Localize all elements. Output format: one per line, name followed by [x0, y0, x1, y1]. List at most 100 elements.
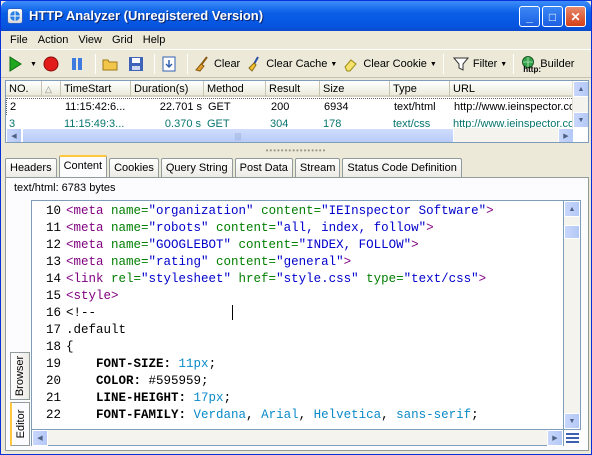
code-token: rel= — [111, 272, 142, 286]
scroll-down-icon[interactable]: ▼ — [573, 112, 588, 128]
code-token: #595959; — [148, 374, 209, 388]
play-icon — [9, 56, 22, 72]
start-button[interactable]: ▼ — [4, 52, 40, 76]
editor-horizontal-scrollbar[interactable]: ◀ ▶ — [31, 430, 564, 446]
line-number: 14 — [45, 272, 61, 286]
code-token: "text/css" — [403, 272, 479, 286]
code-line[interactable]: 21 LINE-HEIGHT: 17px; — [32, 390, 563, 407]
code-line[interactable]: 22 FONT-FAMILY: Verdana, Arial, Helvetic… — [32, 407, 563, 424]
clear-cache-button[interactable]: Clear Cache ▼ — [243, 52, 340, 76]
tab-status-code-definition[interactable]: Status Code Definition — [342, 158, 462, 177]
code-token: content= — [208, 221, 277, 235]
maximize-icon: □ — [548, 9, 557, 24]
scroll-up-icon[interactable]: ▲ — [564, 201, 580, 217]
content-info: text/html: 6783 bytes — [5, 178, 589, 200]
code-line[interactable]: 13 <meta name="rating" content="general"> — [32, 254, 563, 271]
tab-editor[interactable]: Editor — [10, 402, 30, 446]
code-line[interactable]: 18 { — [32, 339, 563, 356]
column-header-no[interactable]: NO. — [6, 81, 42, 97]
code-line[interactable]: 10 <meta name="organization" content="IEI… — [32, 203, 563, 220]
pause-button[interactable] — [66, 52, 92, 76]
editor-vertical-scrollbar[interactable]: ▲ ▼ — [564, 200, 581, 430]
chevron-down-icon: ▼ — [500, 60, 508, 68]
pane-splitter[interactable]: •••••••••••••••• — [1, 146, 591, 155]
clear-cookie-button[interactable]: Clear Cookie ▼ — [340, 52, 440, 76]
code-token: > — [426, 221, 434, 235]
column-header-size[interactable]: Size — [320, 81, 390, 97]
code-editor[interactable]: 10 <meta name="organization" content="IEI… — [31, 200, 564, 430]
filter-label: Filter — [472, 58, 498, 70]
code-line[interactable]: 11 <meta name="robots" content="all, inde… — [32, 220, 563, 237]
open-button[interactable] — [99, 52, 125, 76]
builder-button[interactable]: http: Builder — [517, 52, 577, 76]
tab-content[interactable]: Content — [58, 155, 108, 177]
code-token: <style> — [66, 289, 119, 303]
clear-button[interactable]: Clear — [191, 52, 243, 76]
scroll-thumb[interactable]: ||| — [22, 128, 454, 142]
code-line[interactable]: 16 <!-- — [32, 305, 563, 322]
line-number: 17 — [45, 323, 61, 337]
filter-button[interactable]: Filter ▼ — [450, 52, 510, 76]
code-token: > — [486, 204, 494, 218]
toolbar: ▼ Clear Clear Cache ▼ Clear Cookie ▼ Fil… — [1, 51, 591, 78]
menu-action[interactable]: Action — [33, 34, 74, 46]
column-header-type[interactable]: Type — [390, 81, 450, 97]
code-token: LINE-HEIGHT: — [66, 391, 194, 405]
grid-vertical-scrollbar[interactable]: ▲ ▼ — [572, 81, 588, 128]
code-token: > — [343, 255, 352, 269]
column-header-url[interactable]: URL — [450, 81, 574, 97]
code-line[interactable]: 17 .default — [32, 322, 563, 339]
close-button[interactable]: ✕ — [565, 6, 586, 27]
request-grid[interactable]: NO. △ TimeStart Duration(s) Method Resul… — [5, 80, 589, 143]
menu-view[interactable]: View — [73, 34, 107, 46]
chevron-down-icon: ▼ — [429, 60, 437, 68]
code-token: <link — [66, 272, 112, 286]
menu-file[interactable]: File — [5, 34, 33, 46]
scroll-right-icon[interactable]: ▶ — [547, 430, 563, 446]
scroll-up-icon[interactable]: ▲ — [573, 81, 588, 97]
export-button[interactable] — [158, 52, 184, 76]
grid-horizontal-scrollbar[interactable]: ◀ ||| ▶ — [6, 128, 574, 142]
menu-grid[interactable]: Grid — [107, 34, 138, 46]
tab-cookies[interactable]: Cookies — [109, 158, 159, 177]
scroll-left-icon[interactable]: ◀ — [32, 430, 48, 446]
cell-timestart: 11:15:42:6... — [62, 99, 132, 116]
save-button[interactable] — [125, 52, 151, 76]
sort-icon[interactable]: △ — [42, 81, 61, 97]
window-title: HTTP Analyzer (Unregistered Version) — [29, 8, 264, 23]
code-token: <meta — [66, 255, 112, 269]
column-header-method[interactable]: Method — [204, 81, 266, 97]
tab-query-string[interactable]: Query String — [160, 158, 233, 177]
line-number: 11 — [45, 221, 61, 235]
menu-help[interactable]: Help — [138, 34, 171, 46]
minimize-button[interactable]: _ — [519, 6, 540, 27]
chevron-down-icon[interactable]: ▼ — [30, 61, 37, 68]
title-bar[interactable]: HTTP Analyzer (Unregistered Version) _ □… — [1, 1, 591, 31]
scroll-right-icon[interactable]: ▶ — [558, 128, 574, 142]
maximize-button[interactable]: □ — [542, 6, 563, 27]
menu-bar: File Action View Grid Help — [1, 31, 591, 50]
stop-button[interactable] — [40, 52, 66, 76]
table-row[interactable]: 2 11:15:42:6... 22.701 s GET 200 6934 te… — [6, 98, 588, 116]
grid-header: NO. △ TimeStart Duration(s) Method Resul… — [6, 81, 588, 97]
column-header-timestart[interactable]: TimeStart — [61, 81, 131, 97]
scroll-down-icon[interactable]: ▼ — [564, 413, 580, 429]
column-header-result[interactable]: Result — [266, 81, 320, 97]
code-token: sans-serif — [396, 408, 472, 422]
scroll-thumb[interactable] — [564, 225, 580, 239]
tab-headers[interactable]: Headers — [5, 158, 57, 177]
tab-post-data[interactable]: Post Data — [234, 158, 293, 177]
code-line[interactable]: 19 FONT-SIZE: 11px; — [32, 356, 563, 373]
split-view-icon[interactable] — [564, 430, 581, 446]
code-line[interactable]: 15 <style> — [32, 288, 563, 305]
code-line[interactable]: 12 <meta name="GOOGLEBOT" content="INDEX,… — [32, 237, 563, 254]
tab-browser[interactable]: Browser — [10, 352, 30, 400]
code-token: Arial — [261, 408, 299, 422]
code-token: "robots" — [148, 221, 209, 235]
column-header-duration[interactable]: Duration(s) — [131, 81, 204, 97]
scroll-left-icon[interactable]: ◀ — [6, 128, 22, 142]
builder-label: Builder — [540, 58, 575, 70]
code-line[interactable]: 14 <link rel="stylesheet" href="style.css… — [32, 271, 563, 288]
code-line[interactable]: 20 COLOR: #595959; — [32, 373, 563, 390]
tab-stream[interactable]: Stream — [294, 158, 341, 177]
